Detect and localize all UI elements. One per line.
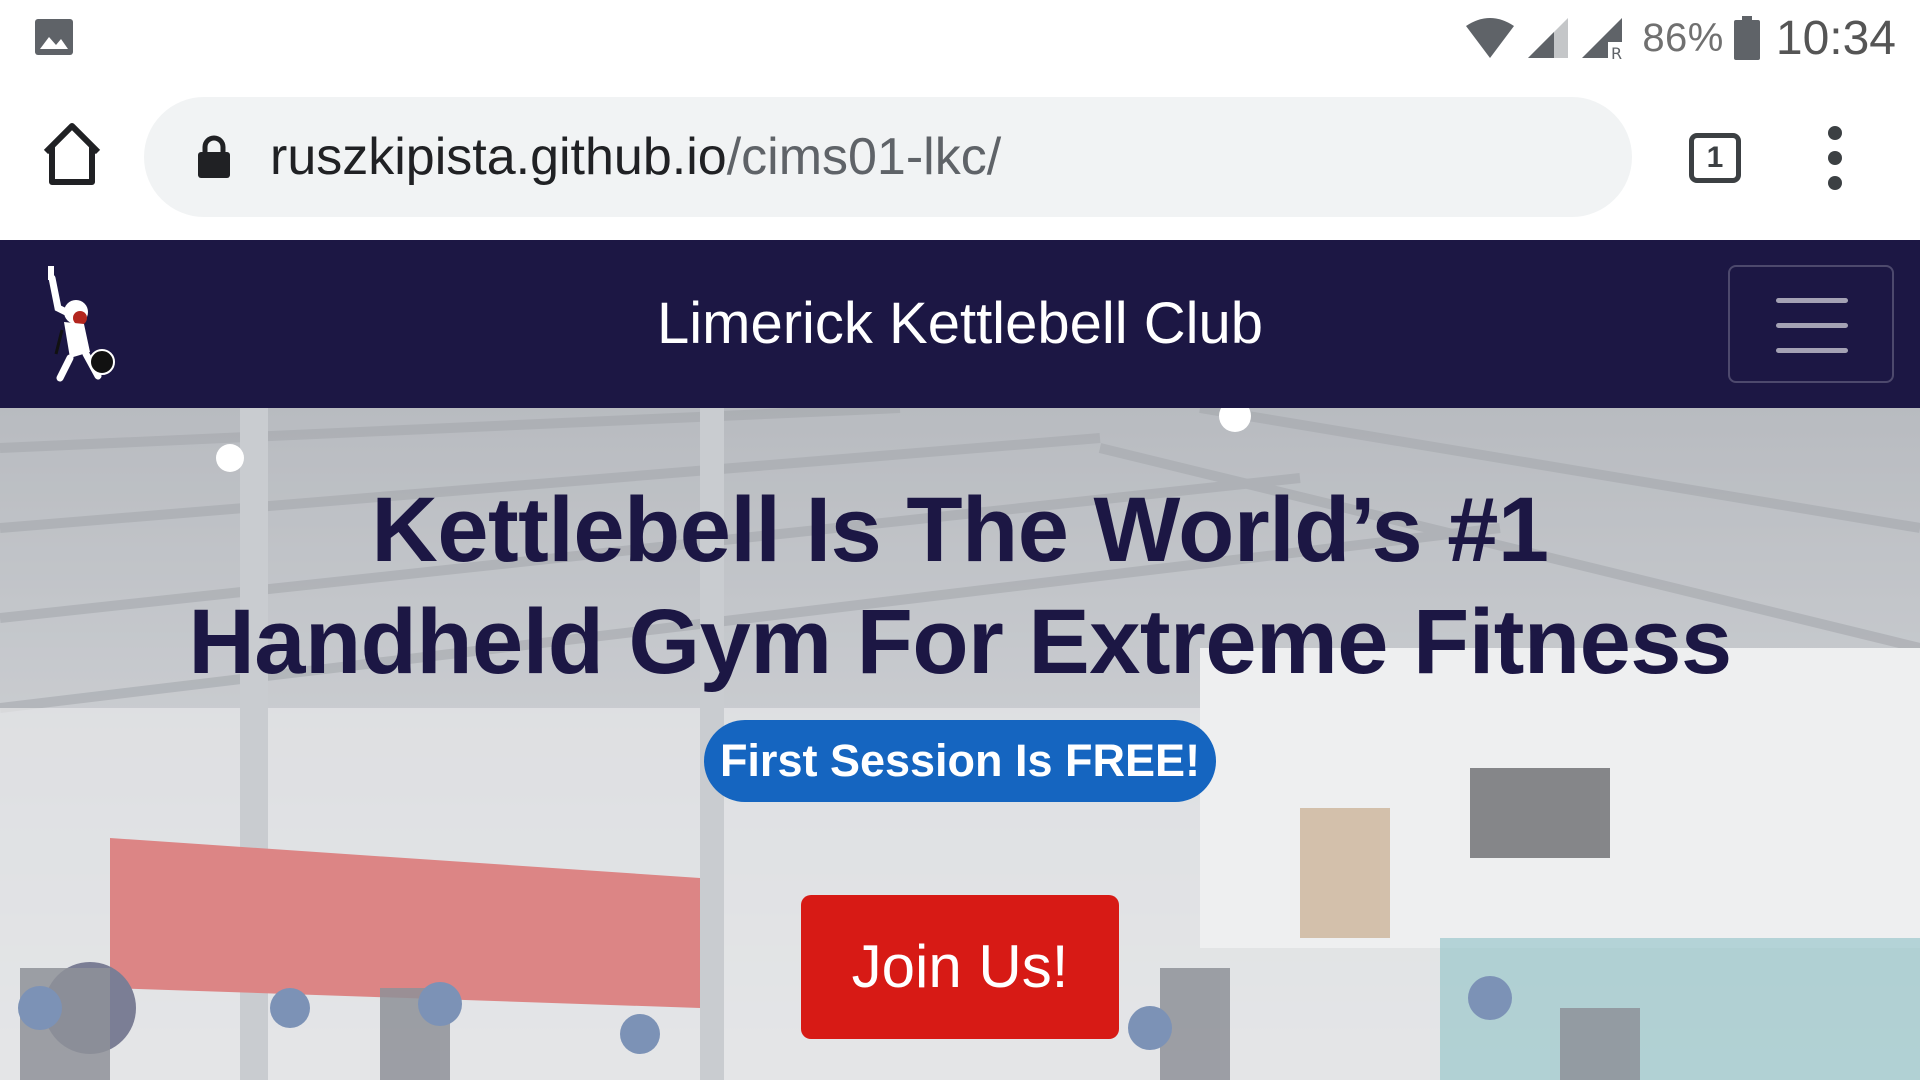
svg-text:R: R bbox=[1611, 44, 1622, 60]
hamburger-line bbox=[1776, 348, 1848, 353]
url-text[interactable]: ruszkipista.github.io/cims01-lkc/ bbox=[270, 127, 1001, 187]
hamburger-line bbox=[1776, 323, 1848, 328]
wifi-icon bbox=[1466, 18, 1515, 58]
browser-toolbar: ruszkipista.github.io/cims01-lkc/ 1 bbox=[0, 74, 1920, 240]
status-icons: R 86% 10:34 bbox=[1464, 8, 1896, 68]
cell-signal-roaming-icon: R bbox=[1582, 18, 1622, 60]
cell-signal-icon bbox=[1528, 18, 1569, 58]
status-bar: R 86% 10:34 bbox=[0, 0, 1920, 74]
tabs-icon[interactable]: 1 bbox=[1689, 133, 1741, 183]
hamburger-line bbox=[1776, 298, 1848, 303]
battery-percentage: 86% bbox=[1642, 15, 1724, 60]
menu-dot bbox=[1828, 176, 1842, 190]
hero-heading: Kettlebell Is The World’s #1 Handheld Gy… bbox=[0, 474, 1920, 698]
gallery-icon bbox=[35, 19, 73, 55]
hamburger-menu-button[interactable] bbox=[1728, 265, 1894, 383]
hero-heading-line-1: Kettlebell Is The World’s #1 bbox=[371, 479, 1549, 581]
clock: 10:34 bbox=[1775, 11, 1896, 65]
address-bar[interactable]: ruszkipista.github.io/cims01-lkc/ bbox=[144, 97, 1632, 217]
hero-heading-line-2: Handheld Gym For Extreme Fitness bbox=[188, 591, 1732, 693]
phone-screen: R 86% 10:34 ruszkipista.github.io/cims01… bbox=[0, 0, 1920, 1080]
lock-icon[interactable] bbox=[196, 135, 232, 179]
hero-section: Kettlebell Is The World’s #1 Handheld Gy… bbox=[0, 408, 1920, 1080]
site-navbar: Limerick Kettlebell Club bbox=[0, 240, 1920, 408]
home-icon[interactable] bbox=[38, 120, 106, 188]
menu-dot bbox=[1828, 151, 1842, 165]
more-vert-icon[interactable] bbox=[1818, 126, 1854, 190]
tab-count: 1 bbox=[1706, 141, 1724, 174]
free-session-badge: First Session Is FREE! bbox=[704, 720, 1216, 802]
site-brand[interactable]: Limerick Kettlebell Club bbox=[0, 240, 1920, 408]
url-domain: ruszkipista.github.io bbox=[270, 128, 727, 186]
url-path: /cims01-lkc/ bbox=[726, 128, 1002, 186]
battery-icon bbox=[1733, 16, 1760, 60]
join-us-button[interactable]: Join Us! bbox=[801, 895, 1119, 1039]
menu-dot bbox=[1828, 126, 1842, 140]
